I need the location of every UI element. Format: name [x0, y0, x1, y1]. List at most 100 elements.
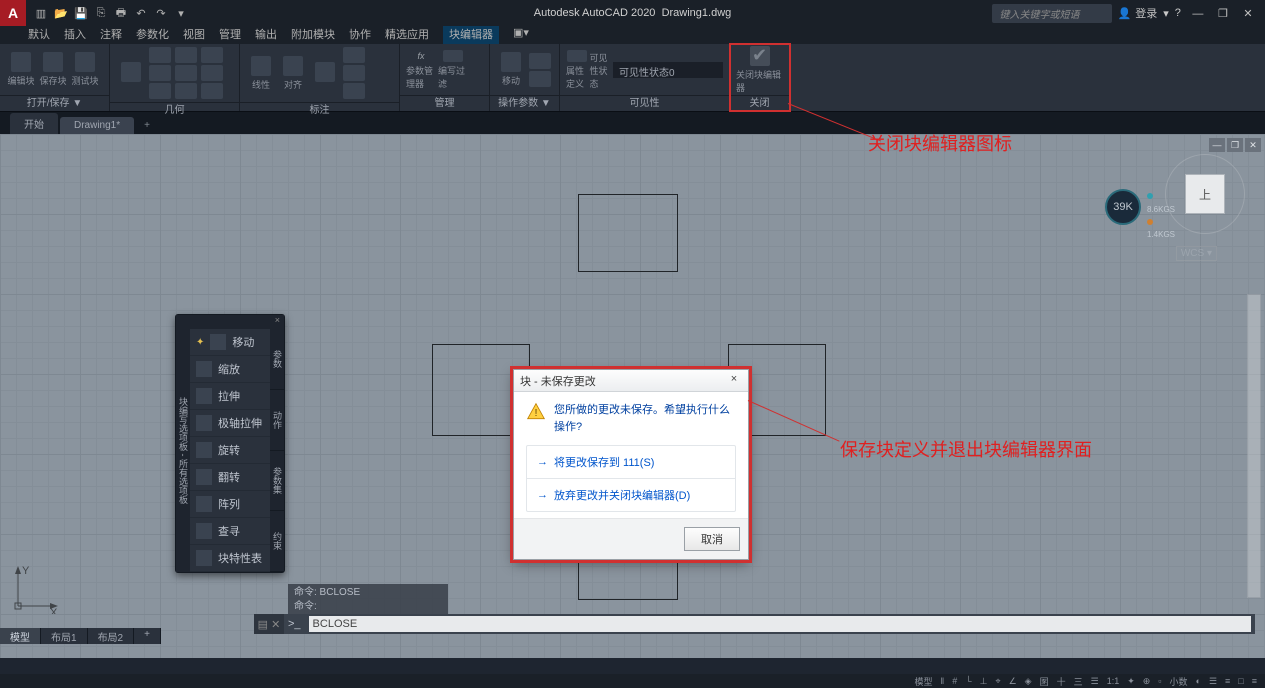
status-lwt-icon[interactable]: 圂	[1038, 675, 1051, 688]
status-cycling-icon[interactable]: 三	[1072, 675, 1085, 688]
palette-item-rotate[interactable]: 旋转	[190, 437, 270, 464]
vp-max-icon[interactable]: ❐	[1227, 138, 1243, 152]
viewcube-top-face[interactable]: 上	[1185, 174, 1225, 214]
command-line[interactable]: ▤ ✕ >_	[254, 614, 1255, 634]
tab-overflow-icon[interactable]: ▣▾	[513, 26, 529, 44]
performance-widget[interactable]: 39K 8.6KGS 1.4KGS	[1105, 189, 1155, 225]
tab-default[interactable]: 默认	[28, 26, 50, 44]
tab-annotate[interactable]: 注释	[100, 26, 122, 44]
status-decimals[interactable]: 小数	[1168, 675, 1190, 688]
status-annomonitor-icon[interactable]: ☰	[1089, 676, 1101, 687]
signin-button[interactable]: 👤登录	[1118, 5, 1158, 21]
palette-item-flip[interactable]: 翻转	[190, 464, 270, 491]
palette-tab-params[interactable]: 参数	[270, 329, 284, 390]
layout-1[interactable]: 布局1	[41, 628, 88, 644]
block-table-button[interactable]	[310, 53, 340, 93]
status-scale[interactable]: 1:1	[1105, 676, 1122, 686]
help-icon[interactable]: ?	[1175, 7, 1181, 19]
cmdline-handle-icon[interactable]: ▤ ✕	[254, 614, 284, 634]
tab-collab[interactable]: 协作	[349, 26, 371, 44]
view-cube[interactable]: 上	[1165, 154, 1245, 234]
qat-plot-icon[interactable]: 🖶	[112, 4, 130, 22]
status-model[interactable]: 模型	[913, 675, 935, 688]
tab-parametric[interactable]: 参数化	[136, 26, 169, 44]
qat-saveas-icon[interactable]: ⎘	[92, 4, 110, 22]
doctab-add-button[interactable]: +	[136, 117, 158, 134]
panel-actionparam-label[interactable]: 操作参数 ▼	[490, 95, 559, 111]
status-quickprops-icon[interactable]: ◐	[1194, 676, 1203, 686]
panel-opensave-label[interactable]: 打开/保存 ▼	[0, 95, 109, 111]
panel-manage-label[interactable]: 管理	[400, 95, 489, 111]
linear-dim-button[interactable]: 线性	[246, 53, 276, 93]
status-lock-icon[interactable]: ☰	[1207, 676, 1219, 687]
tab-output[interactable]: 输出	[255, 26, 277, 44]
palette-item-lookup[interactable]: 查寻	[190, 518, 270, 545]
dialog-title[interactable]: 块 - 未保存更改 ×	[514, 370, 748, 392]
command-input[interactable]	[309, 616, 1251, 632]
attr-def-button[interactable]: 属性定义	[566, 50, 588, 90]
tab-addins[interactable]: 附加模块	[291, 26, 335, 44]
tab-insert[interactable]: 插入	[64, 26, 86, 44]
palette-close-icon[interactable]: ×	[275, 315, 280, 329]
window-min-button[interactable]: —	[1187, 8, 1209, 20]
autoconstrain-button[interactable]	[116, 53, 146, 93]
status-custom-icon[interactable]: ≡	[1250, 676, 1259, 686]
doctab-start[interactable]: 开始	[10, 113, 58, 134]
aligned-dim-button[interactable]: 对齐	[278, 53, 308, 93]
close-block-editor-button[interactable]: ✔关闭块编辑器	[736, 50, 783, 90]
status-workspace-icon[interactable]: ⊕	[1141, 676, 1153, 687]
status-polar-icon[interactable]: ⊥	[978, 676, 990, 687]
status-otrack-icon[interactable]: ∠	[1007, 676, 1019, 687]
visibility-state-combo[interactable]: 可见性状态0	[613, 62, 723, 78]
qat-save-icon[interactable]: 💾	[72, 4, 90, 22]
navigation-bar[interactable]	[1247, 294, 1261, 598]
dialog-save-option[interactable]: →将更改保存到 111(S)	[527, 446, 735, 478]
palette-item-array[interactable]: 阵列	[190, 491, 270, 518]
layout-model[interactable]: 模型	[0, 628, 41, 644]
help-search-input[interactable]: 键入关键字或短语	[992, 4, 1112, 23]
tab-block-editor[interactable]: 块编辑器	[443, 26, 499, 44]
panel-dimension-label[interactable]: 标注	[240, 102, 399, 118]
status-grid-icon[interactable]: ‖	[939, 676, 947, 686]
status-clean-icon[interactable]: □	[1236, 676, 1245, 686]
vis-state-button[interactable]: 可见性状态	[590, 50, 612, 90]
qat-undo-icon[interactable]: ↶	[132, 4, 150, 22]
wcs-dropdown[interactable]: WCS ▾	[1176, 246, 1217, 261]
qat-redo-icon[interactable]: ↷	[152, 4, 170, 22]
geom-constraint-icon[interactable]	[149, 47, 171, 63]
status-snap-icon[interactable]: #	[950, 676, 959, 686]
status-osnap-icon[interactable]: ⌖	[993, 676, 1002, 687]
status-dyn-icon[interactable]: ◈	[1023, 676, 1034, 687]
status-units-icon[interactable]: ▫	[1156, 676, 1163, 686]
test-block-button[interactable]: 测试块	[70, 50, 100, 90]
layout-add[interactable]: +	[134, 628, 161, 644]
app-logo[interactable]: A	[0, 0, 26, 26]
doctab-drawing1[interactable]: Drawing1*	[60, 117, 134, 134]
dialog-discard-option[interactable]: →放弃更改并关闭块编辑器(D)	[527, 478, 735, 511]
palette-item-scale[interactable]: 缩放	[190, 356, 270, 383]
vp-min-icon[interactable]: —	[1209, 138, 1225, 152]
save-block-button[interactable]: 保存块	[38, 50, 68, 90]
qat-open-icon[interactable]: 📂	[52, 4, 70, 22]
status-annoscale-icon[interactable]: ✦	[1125, 676, 1137, 687]
palette-title-label[interactable]: 块编写选项板 - 所有选项板	[176, 329, 190, 572]
qat-new-icon[interactable]: ▥	[32, 4, 50, 22]
fx-button[interactable]: fx参数管理器	[406, 50, 436, 90]
tab-featured[interactable]: 精选应用	[385, 26, 429, 44]
palette-tab-actions[interactable]: 动作	[270, 390, 284, 451]
dialog-close-icon[interactable]: ×	[726, 373, 742, 389]
palette-item-move[interactable]: ✦移动	[190, 329, 270, 356]
palette-tab-paramsets[interactable]: 参数集	[270, 451, 284, 512]
authoring-button[interactable]: 编写过滤	[438, 50, 468, 90]
window-close-button[interactable]: ✕	[1237, 7, 1259, 20]
status-ortho-icon[interactable]: └	[963, 676, 973, 686]
palette-item-properties[interactable]: 块特性表	[190, 545, 270, 572]
panel-visibility-label[interactable]: 可见性	[560, 95, 729, 111]
status-isolate-icon[interactable]: ≡	[1223, 676, 1232, 686]
status-transparency-icon[interactable]: 十	[1055, 675, 1068, 688]
edit-block-button[interactable]: 编辑块	[6, 50, 36, 90]
palette-tab-constraints[interactable]: 约束	[270, 511, 284, 572]
tab-view[interactable]: 视图	[183, 26, 205, 44]
window-restore-button[interactable]: ❐	[1212, 7, 1234, 20]
vp-close-icon[interactable]: ✕	[1245, 138, 1261, 152]
